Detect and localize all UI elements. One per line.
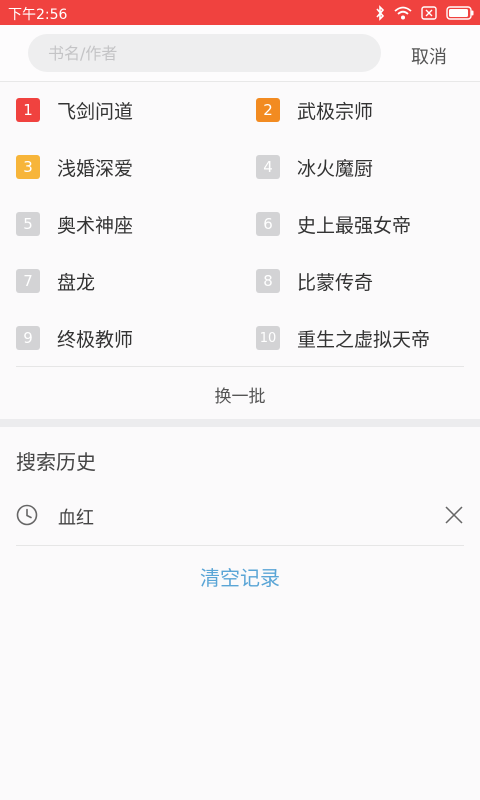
rank-badge: 5 <box>16 212 40 236</box>
hot-item-7[interactable]: 7 盘龙 <box>16 269 96 294</box>
cancel-button[interactable]: 取消 <box>411 43 447 69</box>
rank-badge: 2 <box>256 98 280 122</box>
rank-badge: 10 <box>256 326 280 350</box>
history-title: 搜索历史 <box>16 450 96 474</box>
hot-item-8[interactable]: 8 比蒙传奇 <box>256 269 374 294</box>
rank-badge: 4 <box>256 155 280 179</box>
rank-badge: 7 <box>16 269 40 293</box>
divider <box>16 545 464 546</box>
hot-item-title: 重生之虚拟天帝 <box>297 328 431 351</box>
hot-item-2[interactable]: 2 武极宗师 <box>256 98 374 123</box>
rank-badge: 9 <box>16 326 40 350</box>
hot-item-title: 飞剑问道 <box>57 100 134 123</box>
search-input[interactable] <box>28 34 381 72</box>
hot-item-title: 奥术神座 <box>57 214 134 237</box>
hot-item-4[interactable]: 4 冰火魔厨 <box>256 155 374 180</box>
hot-item-1[interactable]: 1 飞剑问道 <box>16 98 134 123</box>
history-item-text: 血红 <box>58 508 94 529</box>
hot-item-5[interactable]: 5 奥术神座 <box>16 212 134 237</box>
rank-badge: 1 <box>16 98 40 122</box>
hot-item-10[interactable]: 10 重生之虚拟天帝 <box>256 326 431 351</box>
battery-icon <box>446 5 474 20</box>
clear-history-button[interactable]: 清空记录 <box>0 562 480 591</box>
status-time: 下午2:56 <box>8 7 68 23</box>
hot-item-title: 浅婚深爱 <box>57 157 134 180</box>
divider <box>16 366 464 367</box>
rank-badge: 6 <box>256 212 280 236</box>
rank-badge: 8 <box>256 269 280 293</box>
hot-item-title: 盘龙 <box>57 271 96 294</box>
search-bar: 取消 <box>0 25 480 81</box>
hot-item-title: 武极宗师 <box>297 100 374 123</box>
status-bar: 下午2:56 <box>0 0 480 25</box>
wifi-icon <box>394 6 412 19</box>
hot-item-title: 比蒙传奇 <box>297 271 374 294</box>
hot-item-title: 冰火魔厨 <box>297 157 374 180</box>
clock-icon <box>16 504 38 526</box>
refresh-button[interactable]: 换一批 <box>0 382 480 407</box>
close-icon[interactable] <box>444 505 464 525</box>
hot-item-title: 终极教师 <box>57 328 134 351</box>
divider <box>0 81 480 82</box>
bluetooth-icon <box>376 4 385 21</box>
hot-item-6[interactable]: 6 史上最强女帝 <box>256 212 412 237</box>
history-item[interactable]: 血红 <box>16 498 464 534</box>
status-icons <box>375 3 474 22</box>
hot-item-9[interactable]: 9 终极教师 <box>16 326 134 351</box>
rank-badge: 3 <box>16 155 40 179</box>
hot-item-3[interactable]: 3 浅婚深爱 <box>16 155 134 180</box>
sim-icon <box>421 5 437 20</box>
hot-item-title: 史上最强女帝 <box>297 214 412 237</box>
section-divider <box>0 419 480 427</box>
